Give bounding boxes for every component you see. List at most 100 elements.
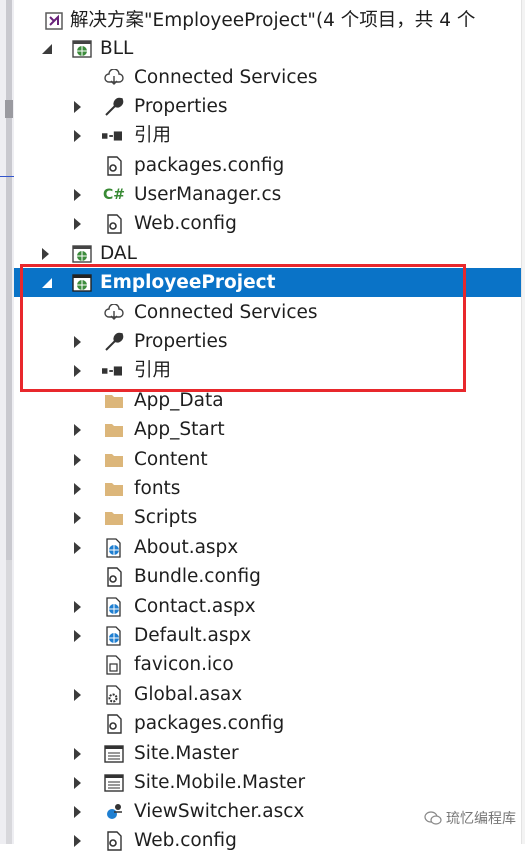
wechat-icon — [424, 811, 442, 825]
tree-row-favicon[interactable]: favicon.ico — [14, 650, 522, 679]
tree-row-packages-config[interactable]: packages.config — [14, 151, 522, 180]
config-file-icon — [104, 831, 124, 851]
tree-row-web-config[interactable]: Web.config — [14, 826, 522, 855]
item-label: Properties — [134, 96, 228, 117]
folder-icon — [104, 508, 124, 528]
tree-row-references[interactable]: 引用 — [14, 356, 522, 385]
expand-chevron-icon[interactable] — [70, 445, 84, 474]
item-label: Site.Mobile.Master — [134, 772, 306, 793]
item-label: favicon.ico — [134, 654, 234, 675]
gutter-line — [0, 176, 14, 177]
expand-chevron-icon[interactable] — [70, 680, 84, 709]
references-icon — [102, 361, 122, 381]
tree-row-default-aspx[interactable]: Default.aspx — [14, 621, 522, 650]
expand-chevron-icon[interactable] — [70, 826, 84, 855]
item-label: Web.config — [134, 830, 237, 851]
tree-row-references[interactable]: 引用 — [14, 121, 522, 150]
tree-row-app-start[interactable]: App_Start — [14, 415, 522, 444]
master-page-icon — [104, 744, 124, 764]
item-label: Global.asax — [134, 684, 243, 705]
expand-chevron-icon[interactable] — [70, 121, 84, 150]
tree-row-properties[interactable]: Properties — [14, 327, 522, 356]
wrench-icon — [104, 97, 124, 117]
web-page-icon — [104, 597, 124, 617]
item-label: Web.config — [134, 213, 237, 234]
expand-chevron-icon[interactable] — [70, 592, 84, 621]
expand-chevron-icon[interactable] — [70, 768, 84, 797]
tree-row-connected-services[interactable]: Connected Services — [14, 63, 522, 92]
watermark: 琉忆编程库 — [424, 808, 516, 828]
user-control-icon — [104, 802, 124, 822]
collapse-chevron-icon[interactable] — [40, 268, 54, 297]
tree-row-properties[interactable]: Properties — [14, 92, 522, 121]
expand-chevron-icon[interactable] — [70, 92, 84, 121]
tree-row-employeeproject[interactable]: EmployeeProject — [14, 268, 522, 297]
watermark-text: 琉忆编程库 — [446, 811, 516, 827]
item-label: packages.config — [134, 155, 285, 176]
solution-label: 解决方案"EmployeeProject"(4 个项目，共 4 个 — [70, 10, 476, 31]
item-label: Connected Services — [134, 67, 318, 88]
tree-row-bll[interactable]: BLL — [14, 34, 522, 63]
expand-chevron-icon[interactable] — [70, 356, 84, 385]
cloud-icon — [104, 68, 124, 88]
item-label: Contact.aspx — [134, 596, 256, 617]
master-page-icon — [104, 773, 124, 793]
config-file-icon — [104, 156, 124, 176]
item-label: Properties — [134, 331, 228, 352]
expand-chevron-icon[interactable] — [70, 533, 84, 562]
expand-chevron-icon[interactable] — [70, 621, 84, 650]
folder-icon — [104, 391, 124, 411]
gutter-lower — [6, 560, 12, 844]
folder-icon — [104, 420, 124, 440]
item-label: ViewSwitcher.ascx — [134, 801, 305, 822]
tree-row-solution[interactable]: 解决方案"EmployeeProject"(4 个项目，共 4 个 — [14, 6, 522, 35]
wrench-icon — [104, 332, 124, 352]
web-project-icon — [72, 39, 92, 59]
tree-row-site-mobile-master[interactable]: Site.Mobile.Master — [14, 768, 522, 797]
item-label: 引用 — [134, 125, 172, 146]
expand-chevron-icon[interactable] — [70, 180, 84, 209]
expand-chevron-icon[interactable] — [70, 327, 84, 356]
csharp-file-icon: C# — [103, 186, 126, 203]
tree-row-about-aspx[interactable]: About.aspx — [14, 533, 522, 562]
expand-chevron-icon[interactable] — [70, 503, 84, 532]
expand-chevron-icon[interactable] — [70, 739, 84, 768]
expand-chevron-icon[interactable] — [70, 415, 84, 444]
item-label: packages.config — [134, 713, 285, 734]
cloud-icon — [104, 303, 124, 323]
tree-row-usermanager[interactable]: C# UserManager.cs — [14, 180, 522, 209]
project-label: DAL — [100, 243, 137, 264]
tree-row-app-data[interactable]: App_Data — [14, 386, 522, 415]
expand-chevron-icon[interactable] — [38, 239, 52, 268]
tree-row-packages-config[interactable]: packages.config — [14, 709, 522, 738]
web-project-icon — [72, 273, 92, 293]
right-scrollbar[interactable] — [521, 0, 525, 844]
item-label: App_Start — [134, 419, 225, 440]
tree-row-contact-aspx[interactable]: Contact.aspx — [14, 592, 522, 621]
item-label: 引用 — [134, 360, 172, 381]
tree-row-bundle-config[interactable]: Bundle.config — [14, 562, 522, 591]
tree-row-scripts[interactable]: Scripts — [14, 503, 522, 532]
item-label: Default.aspx — [134, 625, 252, 646]
tree-row-web-config[interactable]: Web.config — [14, 209, 522, 238]
tree-row-connected-services[interactable]: Connected Services — [14, 298, 522, 327]
item-label: Bundle.config — [134, 566, 261, 587]
expand-chevron-icon[interactable] — [70, 474, 84, 503]
tree-row-fonts[interactable]: fonts — [14, 474, 522, 503]
config-file-icon — [104, 714, 124, 734]
tree-row-content[interactable]: Content — [14, 445, 522, 474]
tree-row-site-master[interactable]: Site.Master — [14, 739, 522, 768]
folder-icon — [104, 450, 124, 470]
item-label: Scripts — [134, 507, 198, 528]
item-label: Content — [134, 449, 208, 470]
tree-row-dal[interactable]: DAL — [14, 239, 522, 268]
tree-row-global-asax[interactable]: Global.asax — [14, 680, 522, 709]
config-file-icon — [104, 567, 124, 587]
item-label: App_Data — [134, 390, 224, 411]
collapse-chevron-icon[interactable] — [40, 34, 54, 63]
solution-explorer-tree: 解决方案"EmployeeProject"(4 个项目，共 4 个 BLL Co… — [14, 0, 522, 851]
expand-chevron-icon[interactable] — [70, 209, 84, 238]
expand-chevron-icon[interactable] — [70, 797, 84, 826]
web-page-icon — [104, 538, 124, 558]
item-label: fonts — [134, 478, 181, 499]
